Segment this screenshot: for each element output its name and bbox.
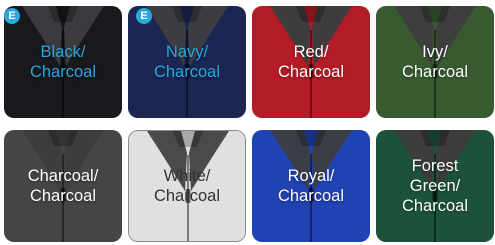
swatch-label: Royal/ Charcoal <box>277 167 345 205</box>
swatch-label: White/ Charcoal <box>153 167 221 205</box>
swatch-label: Black/ Charcoal <box>29 43 97 81</box>
e-badge-icon: E <box>4 8 20 24</box>
swatch-red-charcoal[interactable]: Red/ Charcoal <box>252 6 370 118</box>
swatch-label: Red/ Charcoal <box>277 43 345 81</box>
swatch-charcoal-charcoal[interactable]: Charcoal/ Charcoal <box>4 130 122 242</box>
e-badge-icon: E <box>136 8 152 24</box>
swatch-black-charcoal[interactable]: Black/ Charcoal <box>4 6 122 118</box>
color-swatch-grid: E E Black/ Charcoal Navy/ Charcoal Red/ … <box>4 6 494 242</box>
swatch-white-charcoal[interactable]: White/ Charcoal <box>128 130 246 242</box>
swatch-label: Charcoal/ Charcoal <box>27 167 99 205</box>
swatch-label: Forest Green/ Charcoal <box>401 157 469 215</box>
swatch-ivy-charcoal[interactable]: Ivy/ Charcoal <box>376 6 494 118</box>
swatch-forest-green-charcoal[interactable]: Forest Green/ Charcoal <box>376 130 494 242</box>
swatch-label: Navy/ Charcoal <box>153 43 221 81</box>
swatch-label: Ivy/ Charcoal <box>401 43 469 81</box>
swatch-royal-charcoal[interactable]: Royal/ Charcoal <box>252 130 370 242</box>
